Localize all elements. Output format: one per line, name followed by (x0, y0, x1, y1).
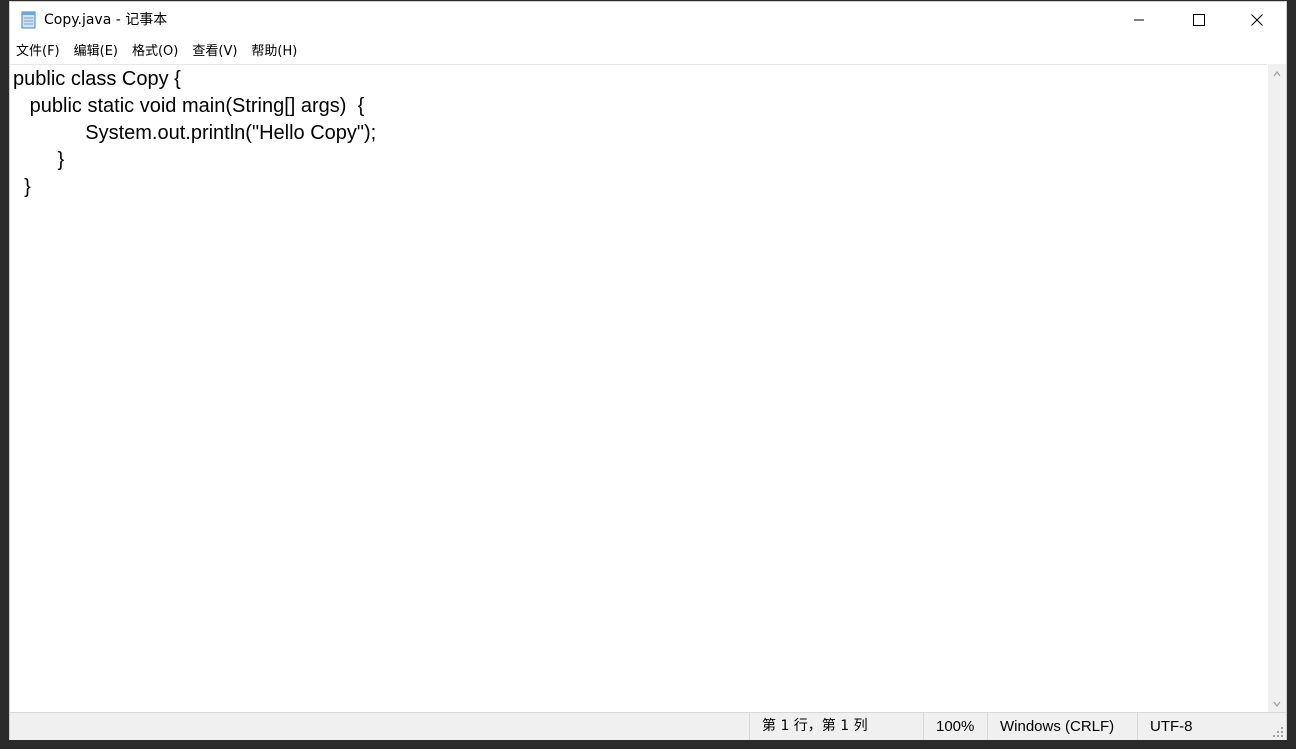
menu-help[interactable]: 帮助(H) (244, 41, 304, 63)
menu-file[interactable]: 文件(F) (10, 41, 67, 63)
status-bar: 第 1 行，第 1 列 100% Windows (CRLF) UTF-8 (10, 712, 1286, 740)
text-editor[interactable]: public class Copy { public static void m… (10, 64, 1267, 713)
menu-format[interactable]: 格式(O) (125, 41, 185, 63)
scroll-down-button[interactable] (1268, 694, 1286, 712)
vertical-scrollbar[interactable] (1268, 64, 1286, 712)
maximize-button[interactable] (1170, 2, 1228, 38)
close-button[interactable] (1228, 2, 1286, 38)
menu-view[interactable]: 查看(V) (185, 41, 244, 63)
maximize-icon (1193, 11, 1205, 30)
notepad-icon (20, 11, 38, 29)
minimize-icon (1133, 11, 1145, 30)
editor-line: System.out.println("Hello Copy"); (13, 122, 377, 144)
scroll-up-button[interactable] (1268, 64, 1286, 82)
editor-line: } (13, 176, 31, 198)
encoding: UTF-8 (1137, 713, 1267, 740)
chevron-up-icon (1272, 64, 1282, 83)
notepad-window: Copy.java - 记事本 文件(F) 编辑(E) 格式(O) 查看(V) … (9, 1, 1287, 740)
menu-edit[interactable]: 编辑(E) (67, 41, 125, 63)
chevron-down-icon (1272, 694, 1282, 713)
editor-line: public static void main(String[] args) { (13, 95, 365, 117)
zoom-level: 100% (923, 713, 987, 740)
title-bar[interactable]: Copy.java - 记事本 (10, 2, 1286, 38)
minimize-button[interactable] (1110, 2, 1168, 38)
editor-line: public class Copy { (13, 68, 181, 90)
cursor-position: 第 1 行，第 1 列 (749, 713, 923, 740)
editor-line: } (13, 149, 65, 171)
menu-bar: 文件(F) 编辑(E) 格式(O) 查看(V) 帮助(H) (10, 40, 1286, 64)
line-ending: Windows (CRLF) (987, 713, 1137, 740)
resize-grip-icon[interactable] (1272, 726, 1284, 738)
window-title: Copy.java - 记事本 (44, 12, 168, 28)
close-icon (1251, 11, 1263, 30)
